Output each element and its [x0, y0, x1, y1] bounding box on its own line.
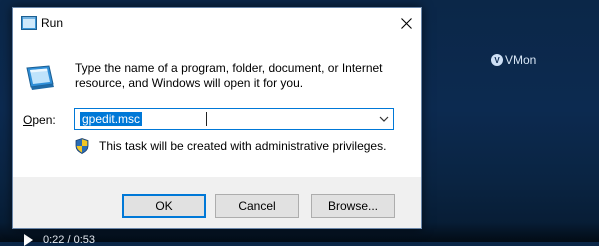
admin-privileges-note: This task will be created with administr…: [99, 139, 387, 153]
open-label: Open:: [23, 113, 56, 127]
watermark-logo-icon: V: [491, 54, 503, 66]
dialog-description: Type the name of a program, folder, docu…: [75, 61, 383, 90]
close-icon: [400, 17, 412, 29]
run-app-icon: [26, 65, 54, 90]
watermark: V VMon: [491, 53, 536, 67]
close-button[interactable]: [391, 8, 421, 38]
watermark-text: VMon: [505, 53, 537, 67]
open-label-accelerator: O: [23, 113, 33, 127]
dialog-title: Run: [41, 16, 64, 30]
chevron-down-icon[interactable]: [379, 114, 389, 124]
browse-button[interactable]: Browse...: [311, 194, 395, 218]
run-icon: [21, 16, 37, 30]
open-input[interactable]: gpedit.msc: [80, 112, 143, 126]
run-dialog: Run Type the name of a program, folder, …: [12, 7, 422, 229]
uac-shield-icon: [75, 138, 89, 154]
text-cursor: [206, 112, 207, 126]
title-bar[interactable]: Run: [13, 8, 421, 38]
video-player-bar: 0:22 / 0:53: [24, 234, 95, 246]
button-footer: OK Cancel Browse...: [13, 177, 421, 228]
play-icon[interactable]: [24, 234, 33, 246]
player-time: 0:22 / 0:53: [43, 234, 95, 246]
cancel-button[interactable]: Cancel: [215, 194, 299, 218]
ok-button[interactable]: OK: [122, 194, 206, 218]
open-combobox[interactable]: gpedit.msc: [74, 108, 394, 130]
open-label-text: pen:: [32, 113, 56, 127]
